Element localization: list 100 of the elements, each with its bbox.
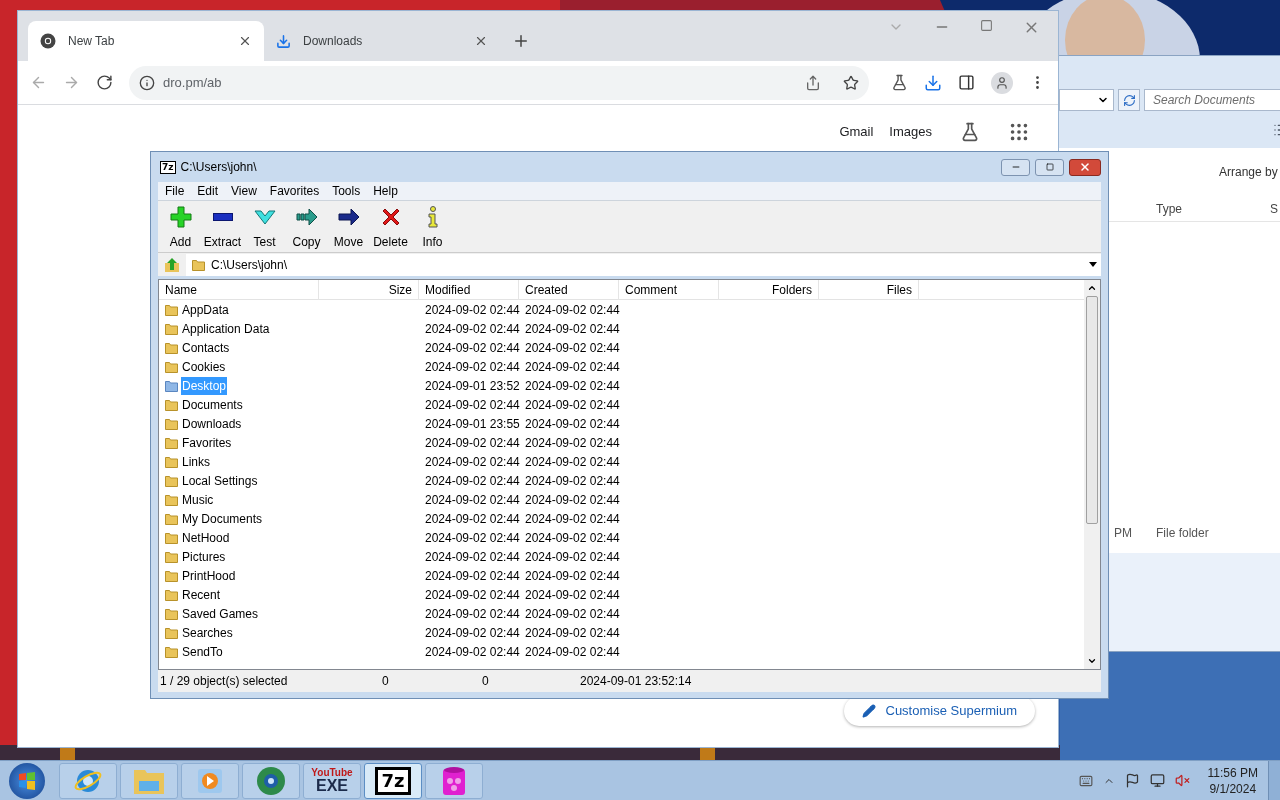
table-cell-text: 2024-09-02 02:44 <box>424 624 519 642</box>
table-cell-text: 2024-09-02 02:44 <box>424 605 519 623</box>
close-icon[interactable] <box>238 34 252 48</box>
app-icon: 7z <box>160 160 176 174</box>
folder-icon <box>165 607 178 620</box>
file-name[interactable]: Downloads <box>181 414 243 433</box>
toolbar-button[interactable]: Delete <box>371 205 410 251</box>
browser-tab[interactable]: New Tab <box>28 21 264 61</box>
refresh-button[interactable] <box>1118 89 1140 111</box>
toolbar-button[interactable]: Add <box>161 205 200 251</box>
column-header[interactable]: S <box>1270 199 1278 218</box>
status-text: 2024-09-01 23:52:14 <box>580 673 693 690</box>
taskbar-app[interactable] <box>59 762 117 799</box>
file-name[interactable]: AppData <box>181 300 230 319</box>
download-icon[interactable] <box>924 73 942 92</box>
minimize-button[interactable] <box>1001 158 1030 176</box>
table-cell-text: 2024-09-02 02:44 <box>524 529 619 547</box>
taskbar-app[interactable] <box>425 762 483 799</box>
table-cell-text: 2024-09-02 02:44 <box>424 396 519 414</box>
tab-title: New Tab <box>68 33 116 50</box>
folder-icon <box>165 645 178 658</box>
share-icon[interactable] <box>805 74 821 91</box>
reload-icon[interactable] <box>96 74 113 91</box>
restore-button[interactable] <box>1035 158 1064 176</box>
forward-icon[interactable] <box>63 74 80 91</box>
table-cell-text: 2024-09-02 02:44 <box>424 567 519 585</box>
folder-icon <box>165 531 178 544</box>
toolbar-button[interactable]: Info <box>413 205 452 251</box>
arrow-icon <box>337 208 360 226</box>
maximize-icon[interactable] <box>980 19 993 32</box>
side-panel-icon[interactable] <box>958 74 975 91</box>
scroll-up-icon[interactable] <box>1087 283 1097 293</box>
flag-icon[interactable] <box>1124 773 1140 788</box>
taskbar-app[interactable]: YouTube EXE <box>303 762 361 799</box>
toolbar-button[interactable]: Move <box>329 205 368 251</box>
menu-item[interactable]: Favorites <box>269 182 320 200</box>
file-name[interactable]: My Documents <box>181 509 264 528</box>
toolbar-button[interactable]: Copy <box>287 205 326 251</box>
path-field[interactable]: C:\Users\john\ <box>186 253 1101 276</box>
window-title: C:\Users\john\ <box>180 159 257 176</box>
file-name[interactable]: Application Data <box>181 319 271 338</box>
file-name[interactable]: Pictures <box>181 547 227 566</box>
network-icon[interactable] <box>1149 773 1165 788</box>
table-cell-text: 2024-09-02 02:44 <box>524 358 619 376</box>
new-tab-icon[interactable] <box>512 32 530 50</box>
file-name[interactable]: Recent <box>181 585 222 604</box>
scroll-down-icon[interactable] <box>1087 656 1097 666</box>
menu-item[interactable]: View <box>231 182 257 200</box>
flask-icon[interactable] <box>891 74 908 91</box>
clock[interactable]: 11:56 PM 9/1/2024 <box>1207 764 1258 797</box>
taskbar-app[interactable]: 7z <box>364 762 422 799</box>
menu-item[interactable]: File <box>165 182 185 200</box>
menu-item[interactable]: Help <box>373 182 398 200</box>
link[interactable]: Gmail <box>839 122 874 142</box>
bookmark-icon[interactable] <box>843 74 859 91</box>
table-cell-text: 2024-09-02 02:44 <box>424 472 519 490</box>
menu-item[interactable]: Edit <box>197 182 219 200</box>
column-header[interactable]: Files <box>819 280 919 300</box>
up-folder-icon[interactable] <box>164 256 180 273</box>
column-header[interactable]: Folders <box>719 280 819 300</box>
column-header[interactable]: Comment <box>619 280 719 300</box>
profile-avatar[interactable] <box>991 71 1013 94</box>
column-header[interactable]: Type <box>1156 199 1270 218</box>
link[interactable]: Images <box>889 122 932 142</box>
dropdown-icon[interactable] <box>1089 262 1097 267</box>
file-name[interactable]: Saved Games <box>181 604 260 623</box>
address-bar[interactable]: dro.pm/ab <box>129 65 869 100</box>
scrollbar[interactable] <box>1084 280 1100 669</box>
file-name[interactable]: NetHood <box>181 528 231 547</box>
menu-item[interactable]: Tools <box>332 182 361 200</box>
column-header[interactable]: Size <box>319 280 419 300</box>
column-header[interactable]: Created <box>519 280 619 300</box>
search-field[interactable]: Search Documents <box>1144 89 1280 111</box>
volume-muted-icon[interactable] <box>1174 773 1190 788</box>
file-name[interactable]: Links <box>181 452 211 471</box>
column-header[interactable]: Name <box>159 280 319 300</box>
keyboard-icon[interactable] <box>1078 773 1093 788</box>
file-name[interactable]: Local Settings <box>181 471 259 490</box>
start-button[interactable] <box>9 762 45 799</box>
apps-icon[interactable] <box>1008 121 1030 143</box>
toolbar-button[interactable]: Extract <box>203 205 242 251</box>
file-name[interactable]: Documents <box>181 395 244 414</box>
close-button[interactable] <box>1069 158 1101 176</box>
info-icon[interactable] <box>139 74 155 91</box>
address-field[interactable] <box>1059 89 1114 111</box>
folder-icon <box>165 398 178 411</box>
taskbar-app[interactable] <box>242 762 300 799</box>
flask-icon[interactable] <box>960 122 980 142</box>
file-name[interactable]: SendTo <box>181 642 224 661</box>
file-name[interactable]: Contacts <box>181 338 231 357</box>
app-logo: 7z <box>375 766 411 795</box>
close-icon[interactable] <box>474 34 488 48</box>
column-header[interactable]: Modified <box>419 280 519 300</box>
toolbar-button[interactable]: Test <box>245 205 284 251</box>
file-name[interactable]: Cookies <box>181 357 227 376</box>
file-name[interactable]: Searches <box>181 623 234 642</box>
file-name[interactable]: Music <box>181 490 215 509</box>
file-name[interactable]: Favorites <box>181 433 233 452</box>
file-name[interactable]: PrintHood <box>181 566 237 585</box>
back-icon[interactable] <box>30 74 47 91</box>
